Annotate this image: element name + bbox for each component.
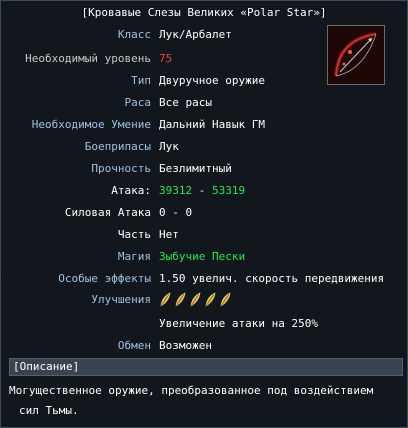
required-skill-label: Необходимое Умение — [31, 118, 151, 131]
attack-label: Атака: — [111, 184, 151, 197]
force-attack-label: Силовая Атака — [64, 206, 151, 219]
description-line: Могущественное оружие, преобразованное п… — [9, 384, 374, 397]
description-line: сил Тьмы. — [19, 404, 79, 417]
magic-label: Магия — [117, 250, 151, 263]
upgrade-feather-icon — [190, 292, 201, 307]
required-level-value: 75 — [159, 52, 173, 65]
upgrades-label: Улучшения — [91, 293, 151, 306]
part-value: Нет — [159, 228, 179, 241]
row-upgrades: Улучшения — [1, 292, 407, 308]
exchange-value: Возможен — [159, 339, 212, 352]
ammo-label: Боеприпасы — [84, 140, 151, 153]
row-exchange: Обмен Возможен — [1, 338, 407, 354]
durability-label: Прочность — [91, 162, 151, 175]
row-required-level: Необходимый уровень 75 — [1, 51, 407, 67]
attack-separator: - — [198, 184, 206, 197]
special-effects-label: Особые эффекты — [58, 272, 151, 285]
row-race: Раса Все расы — [1, 95, 407, 111]
exchange-label: Обмен — [117, 339, 151, 352]
attack-value: 39312 - 53319 — [159, 183, 245, 199]
row-required-skill: Необходимое Умение Дальний Навык ГМ — [1, 117, 407, 133]
row-part: Часть Нет — [1, 227, 407, 243]
class-value: Лук/Арбалет — [159, 28, 232, 41]
attack-max: 53319 — [212, 184, 246, 197]
magic-value: Зыбучие Пески — [159, 250, 246, 263]
upgrade-feather-icon — [160, 292, 171, 307]
upgrade-bonus-value: Увеличение атаки на 250% — [159, 317, 318, 330]
item-tooltip: [Кровавые Слезы Великих «Polar Star»] Кл… — [0, 0, 408, 428]
class-label: Класс — [117, 28, 151, 41]
durability-value: Безлимитный — [159, 162, 232, 175]
item-title: [Кровавые Слезы Великих «Polar Star»] — [81, 6, 327, 19]
required-level-label: Необходимый уровень — [25, 52, 151, 65]
race-value: Все расы — [159, 96, 212, 109]
description-header: [Описание] — [9, 358, 403, 376]
row-special-effects: Особые эффекты 1.50 увелич. скорость пер… — [1, 271, 407, 287]
row-durability: Прочность Безлимитный — [1, 161, 407, 177]
race-label: Раса — [124, 96, 152, 109]
type-label: Тип — [131, 74, 151, 87]
row-ammo: Боеприпасы Лук — [1, 139, 407, 155]
part-label: Часть — [117, 228, 151, 241]
upgrade-feather-icon — [220, 292, 231, 307]
row-upgrade-bonus: Увеличение атаки на 250% — [1, 316, 407, 332]
type-value: Двуручное оружие — [159, 74, 265, 87]
row-type: Тип Двуручное оружие — [1, 73, 407, 89]
required-skill-value: Дальний Навык ГМ — [159, 118, 265, 131]
row-magic: Магия Зыбучие Пески — [1, 249, 407, 265]
upgrade-feather-icon — [205, 292, 216, 307]
row-attack: Атака: 39312 - 53319 — [1, 183, 407, 199]
ammo-value: Лук — [159, 140, 179, 153]
upgrade-feathers — [159, 292, 234, 308]
row-class: Класс Лук/Арбалет — [1, 27, 407, 43]
description-text: Могущественное оружие, преобразованное п… — [9, 381, 403, 421]
special-effects-value: 1.50 увелич. скорость передвижения — [159, 272, 385, 285]
force-attack-value: 0 - 0 — [159, 206, 193, 219]
attack-min: 39312 — [159, 184, 193, 197]
upgrade-feather-icon — [175, 292, 186, 307]
row-force-attack: Силовая Атака 0 - 0 — [1, 205, 407, 221]
